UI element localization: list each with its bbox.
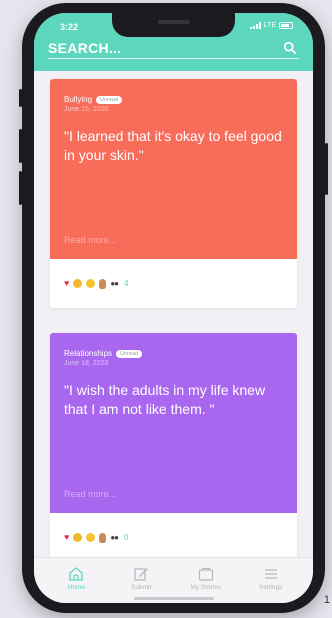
tab-home[interactable]: Home [48,566,104,591]
unread-badge: Unread [96,95,123,104]
volume-up-button [19,129,22,163]
unread-badge: Unread [116,349,143,358]
bottom-tab-bar: Home Submit My Stories Settings [34,557,313,603]
tab-submit[interactable]: Submit [113,566,169,591]
story-meta: Bullying Unread [64,95,283,104]
laugh-emoji-icon[interactable] [73,533,83,542]
story-card[interactable]: Relationships Unread June 18, 2020 "I wi… [50,333,297,562]
heart-icon[interactable]: ♥ [64,533,69,542]
reaction-count: 0 [124,533,129,542]
story-category: Relationships [64,349,113,358]
story-date: June 15, 2020 [64,106,109,113]
search-bar [48,39,299,59]
story-card-body[interactable]: Relationships Unread June 18, 2020 "I wi… [50,333,297,513]
search-input[interactable] [48,39,268,57]
tab-label: Home [67,584,86,591]
read-more-link[interactable]: Read more... [64,489,116,499]
story-card[interactable]: Bullying Unread June 15, 2020 "I learned… [50,79,297,308]
story-meta: Relationships Unread [64,349,283,358]
tab-label: My Stories [190,584,222,591]
status-time: 3:22 [60,22,79,32]
story-date: June 18, 2020 [64,360,109,367]
reaction-count: 4 [124,279,129,288]
speaker-grille [158,20,190,24]
tab-my-stories[interactable]: My Stories [178,566,234,591]
phone-frame: 3:22 LTE Bullying Unread [19,3,328,613]
story-quote: "I learned that it's okay to feel good i… [64,128,282,163]
tab-settings[interactable]: Settings [243,566,299,591]
heart-icon[interactable]: ♥ [64,279,69,288]
mute-switch [19,89,22,107]
story-card-body[interactable]: Bullying Unread June 15, 2020 "I learned… [50,79,297,259]
eyes-emoji-icon[interactable]: ●● [110,279,119,288]
clap-hands-icon[interactable] [99,278,107,289]
story-quote: "I wish the adults in my life knew that … [64,382,266,417]
signal-icon [249,22,261,29]
menu-icon [264,569,277,579]
eyes-emoji-icon[interactable]: ●● [110,533,119,542]
smile-emoji-icon[interactable] [86,279,96,288]
clap-hands-icon[interactable] [99,532,107,543]
home-icon [69,567,84,581]
network-label: LTE [263,22,276,29]
screen: 3:22 LTE Bullying Unread [34,13,313,603]
laugh-emoji-icon[interactable] [73,279,83,288]
folder-icon [198,567,213,581]
smile-emoji-icon[interactable] [86,533,96,542]
volume-down-button [19,171,22,205]
read-more-link[interactable]: Read more... [64,235,116,245]
reaction-bar: ♥ ●● 0 [50,513,297,562]
notch [112,13,235,37]
story-category: Bullying [64,95,93,104]
power-button [325,143,328,195]
battery-icon [279,22,293,29]
reaction-bar: ♥ ●● 4 [50,259,297,308]
tab-label: Settings [258,584,283,591]
status-indicators: LTE [249,22,293,29]
edit-icon [134,568,148,581]
search-icon[interactable] [283,41,297,55]
page-number: 1 [323,594,330,606]
tab-label: Submit [131,584,152,591]
home-indicator[interactable] [134,597,214,600]
